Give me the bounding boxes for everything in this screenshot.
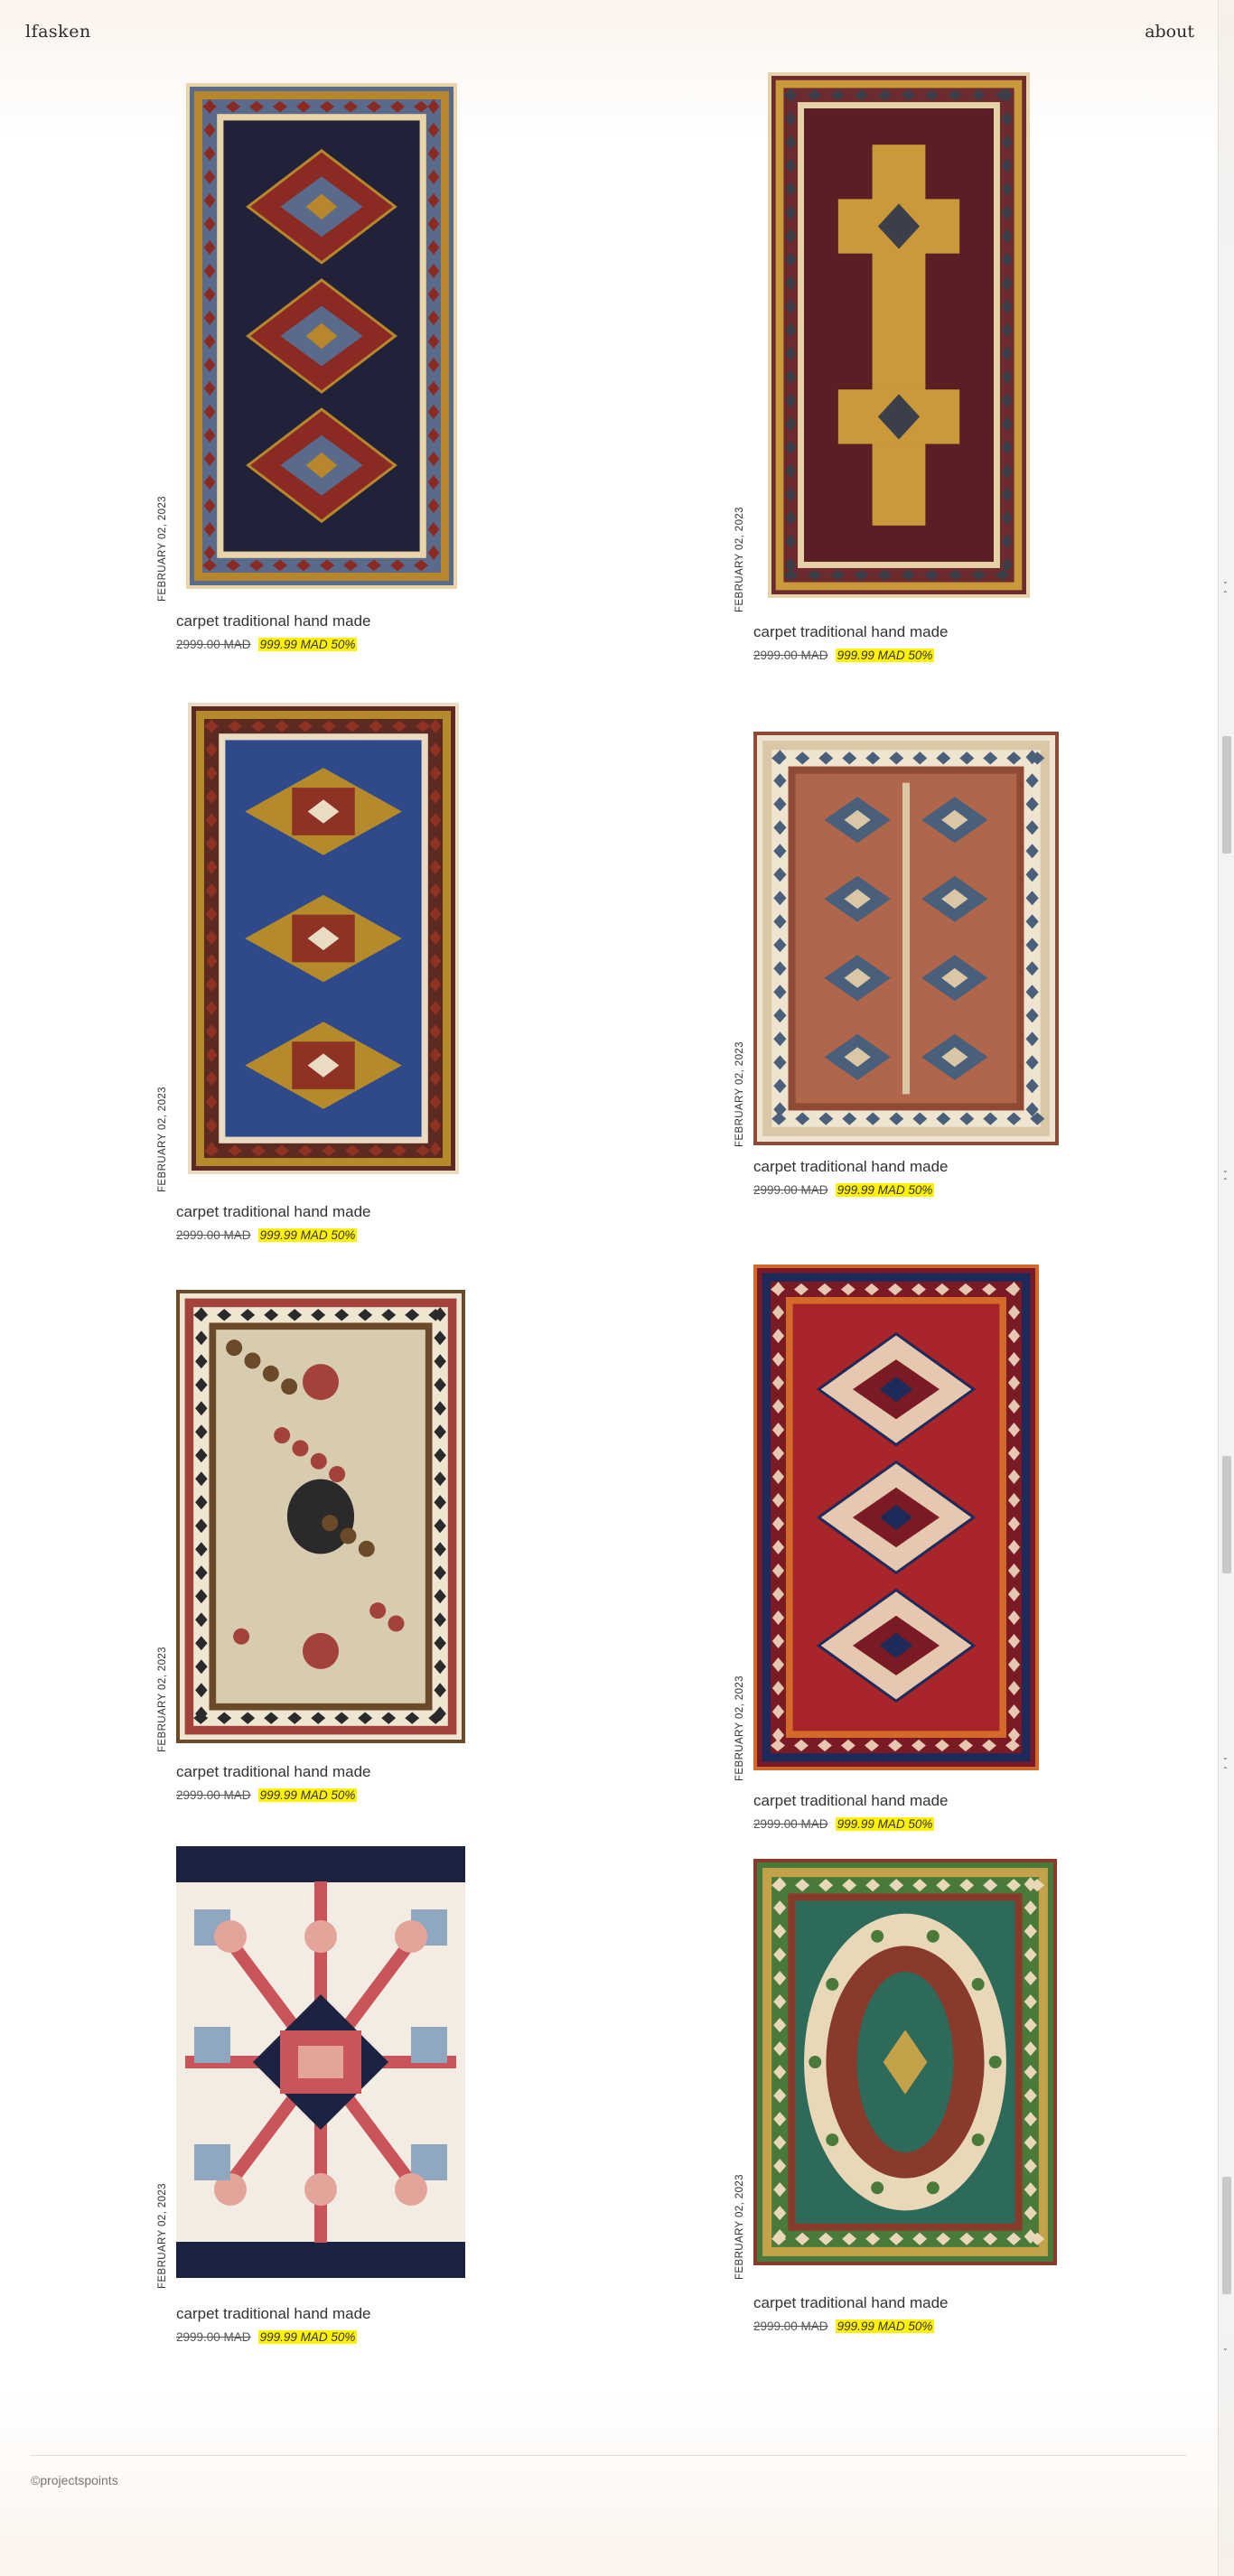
product-title[interactable]: carpet traditional hand made: [753, 2294, 948, 2312]
product-prices: 2999.00 MAD 999.99 MAD 50%: [176, 1228, 358, 1242]
old-price: 2999.00 MAD: [753, 2319, 828, 2333]
product-image[interactable]: [753, 732, 1059, 1145]
rug-illustration: [753, 732, 1059, 1145]
scroll-down-icon[interactable]: ⌄: [1222, 2345, 1229, 2352]
sale-price: 999.99 MAD 50%: [835, 1183, 935, 1197]
old-price: 2999.00 MAD: [176, 2330, 251, 2344]
product-title[interactable]: carpet traditional hand made: [176, 1763, 370, 1781]
scrollbar-thumb[interactable]: [1222, 1456, 1231, 1573]
page-scrollbar[interactable]: ⌄ ⌃ ⌄ ⌃ ⌄ ⌃ ⌄: [1218, 0, 1234, 2576]
old-price: 2999.00 MAD: [753, 649, 828, 662]
rug-illustration: [753, 1265, 1039, 1770]
old-price: 2999.00 MAD: [176, 1228, 251, 1242]
product-image[interactable]: [188, 703, 459, 1174]
scroll-down-icon[interactable]: ⌄: [1222, 1167, 1229, 1174]
old-price: 2999.00 MAD: [176, 1788, 251, 1802]
sale-price: 999.99 MAD 50%: [257, 1788, 358, 1802]
product-date: FEBRUARY 02, 2023: [157, 2183, 168, 2289]
product-title[interactable]: carpet traditional hand made: [753, 1792, 948, 1810]
scrollbar-thumb[interactable]: [1222, 736, 1231, 854]
product-prices: 2999.00 MAD 999.99 MAD 50%: [176, 2330, 358, 2344]
product-card[interactable]: FEBRUARY 02, 2023 carpet traditional han…: [734, 1859, 1057, 2347]
sale-price: 999.99 MAD 50%: [257, 2330, 358, 2344]
product-date: FEBRUARY 02, 2023: [157, 1087, 168, 1192]
old-price: 2999.00 MAD: [176, 638, 251, 651]
product-title[interactable]: carpet traditional hand made: [176, 2305, 370, 2323]
sale-price: 999.99 MAD 50%: [257, 638, 358, 651]
product-date: FEBRUARY 02, 2023: [734, 1041, 745, 1147]
sale-price: 999.99 MAD 50%: [835, 1817, 935, 1831]
product-image[interactable]: [753, 1265, 1039, 1770]
product-card[interactable]: FEBRUARY 02, 2023 carpet traditional han…: [734, 732, 1059, 1210]
scroll-down-icon[interactable]: ⌄: [1222, 1754, 1229, 1761]
product-date: FEBRUARY 02, 2023: [734, 2174, 745, 2280]
product-title[interactable]: carpet traditional hand made: [176, 612, 370, 630]
product-image[interactable]: [176, 1290, 465, 1743]
rug-illustration: [753, 1859, 1057, 2265]
product-image[interactable]: [186, 83, 457, 589]
product-prices: 2999.00 MAD 999.99 MAD 50%: [753, 1183, 935, 1197]
rug-illustration: [186, 83, 457, 589]
rug-illustration: [768, 72, 1030, 598]
old-price: 2999.00 MAD: [753, 1817, 828, 1831]
product-card[interactable]: FEBRUARY 02, 2023 carpet traditional han…: [157, 1290, 468, 1814]
product-prices: 2999.00 MAD 999.99 MAD 50%: [753, 649, 935, 662]
footer-copyright: ©projectspoints: [31, 2473, 118, 2487]
sale-price: 999.99 MAD 50%: [835, 649, 935, 662]
rug-illustration: [176, 1290, 465, 1743]
site-header: lfasken about: [0, 0, 1218, 63]
product-card[interactable]: FEBRUARY 02, 2023 carpet traditional han…: [734, 1265, 1045, 1843]
page-bottom-gradient: [0, 2394, 1218, 2576]
product-image[interactable]: [176, 1846, 465, 2278]
footer-divider: [31, 2455, 1187, 2456]
product-date: FEBRUARY 02, 2023: [734, 507, 745, 612]
product-prices: 2999.00 MAD 999.99 MAD 50%: [753, 1817, 935, 1831]
product-prices: 2999.00 MAD 999.99 MAD 50%: [176, 1788, 358, 1802]
product-image[interactable]: [768, 72, 1030, 598]
sale-price: 999.99 MAD 50%: [257, 1228, 358, 1242]
scroll-up-icon[interactable]: ⌃: [1222, 1767, 1229, 1774]
product-card[interactable]: FEBRUARY 02, 2023 carpet traditional han…: [734, 72, 1045, 668]
scrollbar-thumb[interactable]: [1222, 2177, 1231, 2294]
product-title[interactable]: carpet traditional hand made: [753, 1158, 948, 1176]
product-card[interactable]: FEBRUARY 02, 2023 carpet traditional han…: [157, 1846, 468, 2352]
product-date: FEBRUARY 02, 2023: [157, 496, 168, 602]
rug-illustration: [188, 703, 459, 1174]
site-logo[interactable]: lfasken: [25, 22, 91, 42]
rug-illustration: [176, 1846, 465, 2278]
product-prices: 2999.00 MAD 999.99 MAD 50%: [753, 2319, 935, 2333]
sale-price: 999.99 MAD 50%: [835, 2319, 935, 2333]
scroll-up-icon[interactable]: ⌃: [1222, 1178, 1229, 1185]
product-title[interactable]: carpet traditional hand made: [176, 1203, 370, 1221]
product-date: FEBRUARY 02, 2023: [157, 1647, 168, 1752]
product-card[interactable]: FEBRUARY 02, 2023 carpet traditional han…: [157, 703, 468, 1254]
product-card[interactable]: FEBRUARY 02, 2023 carpet traditional han…: [157, 83, 468, 661]
product-title[interactable]: carpet traditional hand made: [753, 623, 948, 641]
scroll-down-icon[interactable]: ⌄: [1222, 578, 1229, 585]
about-link[interactable]: about: [1145, 22, 1194, 42]
product-date: FEBRUARY 02, 2023: [734, 1675, 745, 1781]
old-price: 2999.00 MAD: [753, 1183, 828, 1197]
scroll-up-icon[interactable]: ⌃: [1222, 591, 1229, 598]
product-prices: 2999.00 MAD 999.99 MAD 50%: [176, 638, 358, 651]
product-image[interactable]: [753, 1859, 1057, 2265]
